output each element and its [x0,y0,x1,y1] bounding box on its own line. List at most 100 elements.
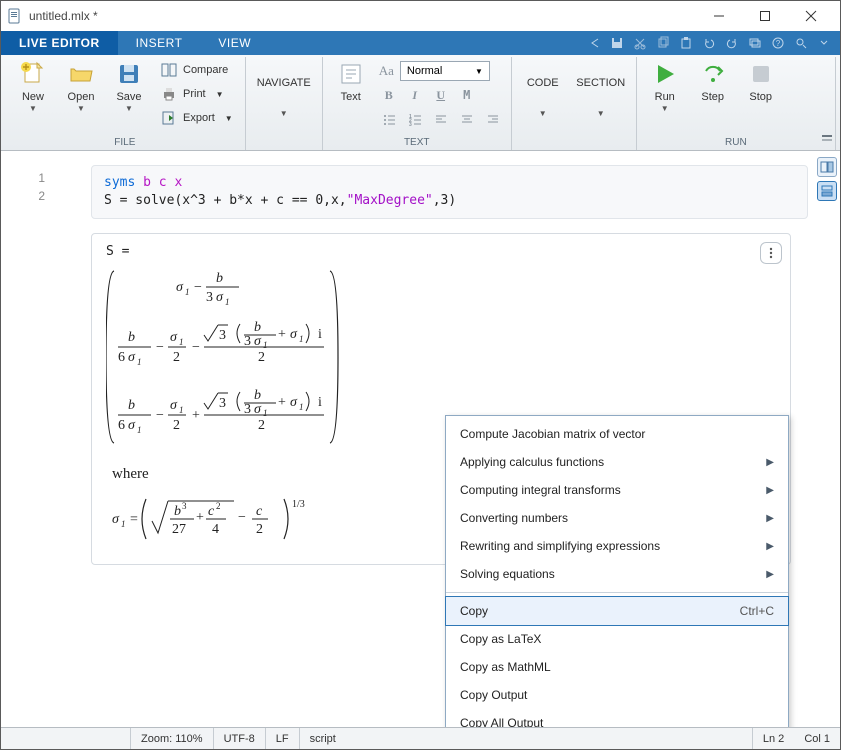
ctx-copy-output[interactable]: Copy Output [446,681,788,709]
switch-windows-icon[interactable] [745,33,765,53]
compare-button[interactable]: Compare [157,59,237,81]
align-center-button[interactable] [457,109,477,129]
code-block[interactable]: syms b c x S = solve(x^3 + b*x + c == 0,… [91,165,808,219]
svg-text:6: 6 [118,350,125,365]
text-button[interactable]: Text [331,59,371,103]
status-encoding: UTF-8 [214,728,266,749]
svg-text:2: 2 [216,501,221,511]
play-icon [652,61,678,87]
pin-icon[interactable] [820,129,834,146]
tab-view[interactable]: VIEW [200,31,269,55]
export-button[interactable]: Export▼ [157,107,237,129]
close-button[interactable] [788,1,834,31]
ctx-jacobian[interactable]: Compute Jacobian matrix of vector [446,420,788,448]
svg-text:=: = [130,512,138,527]
line-number: 1 [1,171,61,189]
ctx-copy-all-output[interactable]: Copy All Output [446,709,788,727]
svg-text:2: 2 [173,418,180,433]
svg-text:−: − [194,280,202,295]
ctx-copy-latex[interactable]: Copy as LaTeX [446,625,788,653]
qat-dropdown-icon[interactable] [814,33,834,53]
copy-icon[interactable] [653,33,673,53]
svg-text:σ: σ [290,327,298,342]
align-left-button[interactable] [431,109,451,129]
ribbon: New ▼ Open ▼ Save ▼ Compare [1,55,840,151]
compare-icon [161,62,177,78]
save-icon[interactable] [607,33,627,53]
svg-text:3: 3 [219,328,226,343]
redo-icon[interactable] [722,33,742,53]
help-icon[interactable]: ? [768,33,788,53]
open-folder-icon [68,61,94,87]
tab-live-editor[interactable]: LIVE EDITOR [1,31,118,55]
bullet-list-button[interactable] [379,109,399,129]
save-button[interactable]: Save ▼ [109,59,149,113]
step-button[interactable]: Step [693,59,733,103]
new-button[interactable]: New ▼ [13,59,53,113]
undo-icon[interactable] [699,33,719,53]
svg-text:3: 3 [244,402,251,417]
dropdown-icon: ▼ [539,109,547,118]
maximize-button[interactable] [742,1,788,31]
search-help-icon[interactable] [791,33,811,53]
line-number: 2 [1,189,61,207]
status-zoom[interactable]: Zoom: 110% [131,728,214,749]
ctx-solving[interactable]: Solving equations▶ [446,560,788,588]
code-menu[interactable]: CODE ▼ [520,59,566,118]
print-button[interactable]: Print▼ [157,83,237,105]
chevron-right-icon: ▶ [766,485,774,496]
svg-text:+: + [278,327,286,342]
svg-text:?: ? [776,39,781,48]
svg-text:1: 1 [185,287,190,297]
run-button[interactable]: Run ▼ [645,59,685,113]
align-right-button[interactable] [483,109,503,129]
ctx-convert[interactable]: Converting numbers▶ [446,504,788,532]
ctx-copy[interactable]: CopyCtrl+C [446,597,788,625]
bold-button[interactable]: B [379,85,399,105]
monospace-button[interactable]: M [457,85,477,105]
open-button[interactable]: Open ▼ [61,59,101,113]
section-menu[interactable]: SECTION ▼ [574,59,628,118]
svg-text:b: b [174,504,181,519]
paste-icon[interactable] [676,33,696,53]
qat-shrink-icon[interactable] [584,33,604,53]
line-gutter: 1 2 [1,151,61,727]
ctx-rewrite[interactable]: Rewriting and simplifying expressions▶ [446,532,788,560]
svg-text:b: b [128,330,135,345]
ribbon-tabs: LIVE EDITOR INSERT VIEW ? [1,31,840,55]
svg-text:σ: σ [254,334,262,349]
svg-text:σ: σ [254,402,262,417]
ctx-copy-mathml[interactable]: Copy as MathML [446,653,788,681]
cut-icon[interactable] [630,33,650,53]
svg-text:2: 2 [258,418,265,433]
minimize-button[interactable] [696,1,742,31]
svg-text:1: 1 [225,297,230,307]
new-file-icon [20,61,46,87]
chevron-right-icon: ▶ [766,513,774,524]
titlebar: untitled.mlx * [1,1,840,31]
quick-access-toolbar: ? [584,31,840,55]
side-panel [814,151,840,727]
svg-text:2: 2 [256,522,263,537]
output-menu-button[interactable] [760,242,782,264]
ctx-calculus[interactable]: Applying calculus functions▶ [446,448,788,476]
ctx-integral[interactable]: Computing integral transforms▶ [446,476,788,504]
svg-text:c: c [208,504,215,519]
svg-text:σ: σ [170,398,178,413]
numbered-list-button[interactable]: 123 [405,109,425,129]
svg-text:−: − [156,340,164,355]
chevron-right-icon: ▶ [766,457,774,468]
navigate-button[interactable]: NAVIGATE ▼ [254,59,314,118]
underline-button[interactable]: U [431,85,451,105]
italic-button[interactable]: I [405,85,425,105]
tab-insert[interactable]: INSERT [118,31,201,55]
svg-text:σ: σ [216,290,224,305]
svg-text:1: 1 [179,405,184,415]
status-col: Col 1 [794,728,840,749]
output-inline-button[interactable] [817,181,837,201]
stop-button[interactable]: Stop [741,59,781,103]
output-right-button[interactable] [817,157,837,177]
style-selector[interactable]: Normal▼ [400,61,490,81]
dropdown-icon: ▼ [280,109,288,118]
window-title: untitled.mlx * [29,9,696,23]
